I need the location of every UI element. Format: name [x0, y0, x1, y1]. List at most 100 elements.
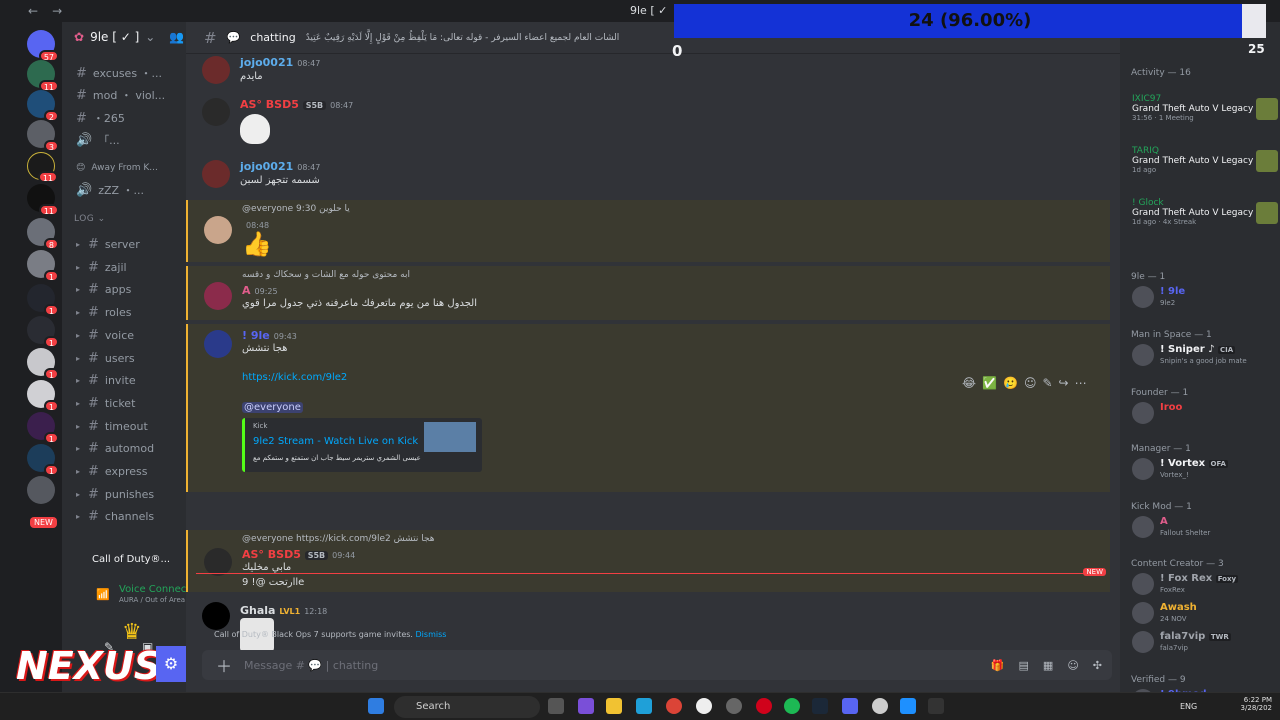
reply-preview[interactable]: @everyone https://kick.com/9le2 هجا نتشش: [242, 534, 435, 544]
add-attachment-icon[interactable]: ＋: [216, 653, 232, 677]
avatar[interactable]: [204, 330, 232, 358]
more-icon[interactable]: ⋯: [1075, 376, 1087, 390]
message-input[interactable]: ＋ Message # 💬 | chatting 🎁 ▤ ▦ ☺ ✣: [202, 650, 1112, 680]
server-icon[interactable]: 1: [27, 316, 59, 348]
stream-link[interactable]: https://kick.com/9le2: [242, 372, 347, 383]
steam-icon[interactable]: [812, 698, 828, 714]
username[interactable]: AS° BSD5 S5B 08:47: [240, 98, 353, 111]
avatar[interactable]: [202, 98, 230, 126]
reply-preview[interactable]: ابه محتوى حوله مع الشات و سحكاك و دقسه: [242, 270, 410, 280]
voice-channel-item[interactable]: 🔊 zZZ ・...: [76, 182, 144, 198]
avatar[interactable]: [204, 216, 232, 244]
everyone-mention[interactable]: @everyone: [242, 402, 303, 413]
embed-title[interactable]: 9le2 Stream - Watch Live on Kick: [253, 436, 418, 447]
channel-item[interactable]: ▸ # zajil: [76, 260, 127, 275]
username[interactable]: jojo0021 08:47: [240, 160, 320, 173]
forward-icon[interactable]: ↪: [1059, 376, 1069, 390]
member-item[interactable]: ! Fox Rex Foxy FoxRex: [1132, 571, 1278, 601]
app-icon[interactable]: [578, 698, 594, 714]
channel-item[interactable]: ▸ # channels: [76, 509, 154, 524]
channel-item[interactable]: ▸ # server: [76, 237, 140, 252]
server-header[interactable]: ✿ 9le [ ✓ ] ⌄ 👥: [62, 22, 186, 52]
member-item[interactable]: fala7vip TWR fala7vip: [1132, 629, 1278, 659]
username[interactable]: AS° BSD5 S5B 09:44: [242, 548, 355, 561]
member-item[interactable]: Iroo: [1132, 400, 1278, 430]
gif-icon[interactable]: ▤: [1019, 659, 1029, 672]
gift-icon[interactable]: 🎁: [991, 659, 1005, 672]
server-icon[interactable]: 3: [27, 120, 59, 152]
voice-channel-item[interactable]: 😊 Away From K...: [76, 163, 158, 173]
sticker-icon[interactable]: ▦: [1043, 659, 1053, 672]
spotify-icon[interactable]: [784, 698, 800, 714]
opera-icon[interactable]: [756, 698, 772, 714]
server-icon[interactable]: [27, 476, 55, 504]
add-member-icon[interactable]: 👥: [169, 30, 184, 44]
emoji-icon[interactable]: ☺: [1067, 659, 1078, 672]
app-icon[interactable]: [900, 698, 916, 714]
server-icon[interactable]: 1: [27, 412, 59, 444]
avatar[interactable]: [202, 602, 230, 630]
username[interactable]: jojo0021 08:47: [240, 56, 320, 69]
activity-card[interactable]: ! Glock Grand Theft Auto V Legacy 1d ago…: [1132, 198, 1278, 244]
channel-item[interactable]: # mod ・ viol...: [76, 87, 165, 103]
server-icon[interactable]: 8: [27, 218, 59, 250]
avatar[interactable]: [202, 56, 230, 84]
check-reaction-icon[interactable]: ✅: [982, 376, 997, 390]
settings-icon[interactable]: [872, 698, 888, 714]
start-icon[interactable]: [368, 698, 384, 714]
channel-item[interactable]: ▸ # ticket: [76, 396, 135, 411]
discord-icon[interactable]: [842, 698, 858, 714]
app-icon[interactable]: [696, 698, 712, 714]
direct-messages-icon[interactable]: 57: [27, 30, 59, 62]
taskbar-search[interactable]: Search: [394, 696, 540, 718]
back-arrow-icon[interactable]: ←: [28, 4, 38, 18]
settings-gear-icon[interactable]: ⚙: [156, 646, 186, 682]
member-item[interactable]: ! 9le 9le2: [1132, 284, 1278, 314]
server-icon[interactable]: 1: [27, 250, 59, 282]
server-icon[interactable]: 1: [27, 284, 59, 316]
member-item[interactable]: ! Sniper ♪ CIA Snipin's a good job mate: [1132, 342, 1278, 372]
server-icon[interactable]: 2: [27, 90, 59, 122]
server-icon[interactable]: 11: [27, 184, 59, 216]
member-item[interactable]: A Fallout Shelter: [1132, 514, 1278, 544]
edge-icon[interactable]: [636, 698, 652, 714]
channel-item[interactable]: ▸ # automod: [76, 441, 154, 456]
task-view-icon[interactable]: [548, 698, 564, 714]
server-icon[interactable]: 1: [27, 380, 59, 412]
emoji-reaction-icon[interactable]: 🥲: [1003, 376, 1018, 390]
file-explorer-icon[interactable]: [606, 698, 622, 714]
member-item[interactable]: Awash 24 NOV: [1132, 600, 1278, 630]
add-reaction-icon[interactable]: ☺: [1024, 376, 1037, 390]
category-log[interactable]: LOG ⌄: [74, 214, 106, 224]
language-indicator[interactable]: ENG: [1180, 702, 1197, 711]
channel-item[interactable]: ▸ # punishes: [76, 487, 154, 502]
avatar[interactable]: [204, 282, 232, 310]
username[interactable]: Ghala LVL1 12:18: [240, 604, 327, 617]
app-icon[interactable]: [928, 698, 944, 714]
reply-preview[interactable]: @everyone 9:30 يا حلوين: [242, 204, 350, 214]
channel-item[interactable]: ▸ # voice: [76, 328, 134, 343]
chrome-icon[interactable]: [666, 698, 682, 714]
clock[interactable]: 6:22 PM 3/28/202: [1241, 696, 1272, 712]
channel-item[interactable]: # ・265: [76, 110, 125, 126]
app-icon[interactable]: [726, 698, 742, 714]
member-item[interactable]: ! Vortex OFA Vortex_!: [1132, 456, 1278, 486]
channel-item[interactable]: # excuses ・...: [76, 65, 162, 81]
server-icon[interactable]: 1: [27, 348, 59, 380]
activity-card[interactable]: TARIQ Grand Theft Auto V Legacy 1d ago: [1132, 146, 1278, 192]
dismiss-link[interactable]: Dismiss: [416, 630, 447, 639]
activity-card[interactable]: IXIC97 Grand Theft Auto V Legacy 31:56 ·…: [1132, 94, 1278, 140]
link-embed[interactable]: Kick 9le2 Stream - Watch Live on Kick عي…: [242, 418, 482, 472]
channel-item[interactable]: ▸ # apps: [76, 282, 131, 297]
server-icon[interactable]: 1: [27, 444, 59, 476]
channel-item[interactable]: ▸ # express: [76, 464, 147, 479]
voice-channel-item[interactable]: 🔊 「...: [76, 132, 120, 148]
channel-item[interactable]: ▸ # invite: [76, 373, 136, 388]
channel-item[interactable]: ▸ # users: [76, 351, 135, 366]
apps-icon[interactable]: ✣: [1093, 659, 1102, 672]
reaction-icon[interactable]: 😂: [962, 376, 976, 390]
server-icon[interactable]: 11: [27, 60, 59, 92]
avatar[interactable]: [204, 548, 232, 576]
forward-arrow-icon[interactable]: →: [52, 4, 62, 18]
channel-item[interactable]: ▸ # roles: [76, 305, 131, 320]
